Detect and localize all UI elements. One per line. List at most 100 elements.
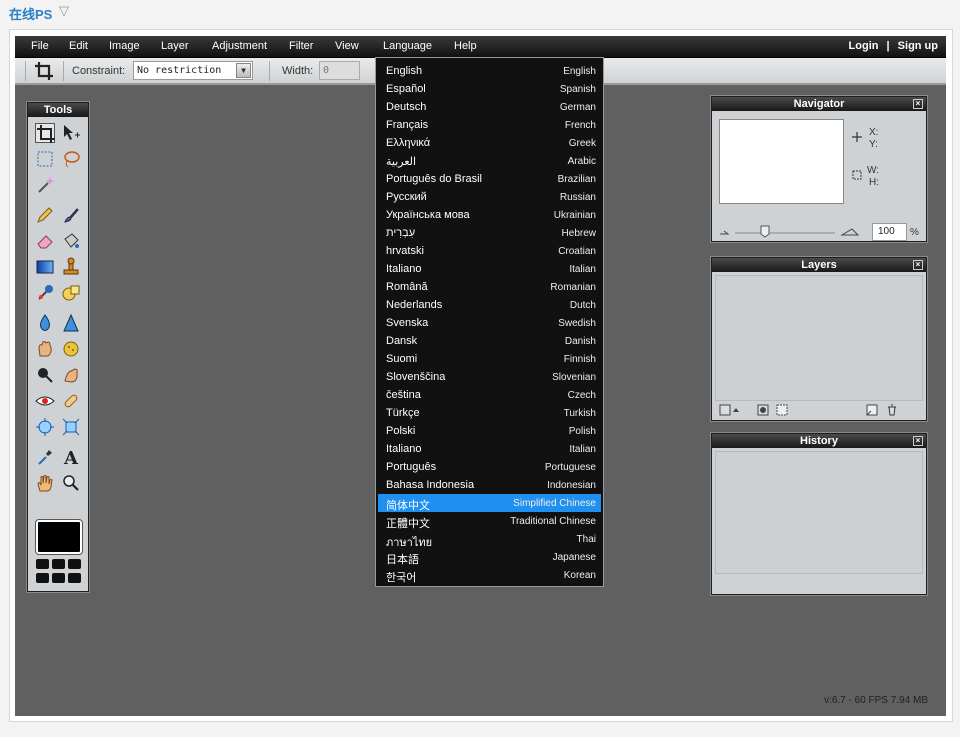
burn-icon[interactable] [61,365,81,385]
login-link[interactable]: Login [849,40,879,52]
language-option[interactable]: Italiano Italian [378,260,601,278]
marquee-icon[interactable] [35,149,55,169]
language-option[interactable]: Français French [378,116,601,134]
color-picker-icon[interactable] [35,447,55,467]
language-option[interactable]: Português do Brasil Brazilian [378,170,601,188]
type-icon[interactable]: A [61,447,81,469]
language-option[interactable]: עִבְרִית Hebrew [378,224,601,242]
menu-file[interactable]: File [31,40,49,52]
mode-button[interactable] [68,559,81,569]
red-eye-icon[interactable] [35,391,55,411]
language-option[interactable]: 한국어 Korean [378,566,601,584]
language-option[interactable]: 日本語 Japanese [378,548,601,566]
menu-image[interactable]: Image [109,40,140,52]
mode-button[interactable] [68,573,81,583]
menu-view[interactable]: View [335,40,359,52]
site-dropdown-icon[interactable]: ▽ [59,3,69,19]
lasso-icon[interactable] [61,149,81,169]
menu-help[interactable]: Help [454,40,477,52]
smudge-icon[interactable] [35,339,55,359]
language-option[interactable]: Deutsch German [378,98,601,116]
crop-icon[interactable] [35,123,55,143]
language-option[interactable]: 正體中文 Traditional Chinese [378,512,601,530]
layer-settings-icon[interactable] [719,404,739,416]
language-option[interactable]: Italiano Italian [378,440,601,458]
pencil-icon[interactable] [35,205,55,225]
navigator-preview[interactable] [719,119,844,204]
zoom-icon[interactable] [61,473,81,493]
language-option[interactable]: Română Romanian [378,278,601,296]
language-option[interactable]: 简体中文 Simplified Chinese [378,494,601,512]
menu-adjustment[interactable]: Adjustment [212,40,267,52]
language-option[interactable]: Español Spanish [378,80,601,98]
stamp-icon[interactable] [61,257,81,277]
menu-layer[interactable]: Layer [161,40,189,52]
language-native-name: Slovenščina [386,371,446,383]
language-option[interactable]: Dansk Danish [378,332,601,350]
mode-button[interactable] [36,573,49,583]
dodge-icon[interactable] [35,365,55,385]
menu-language[interactable]: Language [383,40,432,52]
replace-color-icon[interactable] [35,283,55,303]
trash-icon[interactable] [886,404,898,416]
close-icon[interactable]: × [913,260,923,270]
sponge-icon[interactable] [61,339,81,359]
layer-style-icon[interactable] [776,404,788,416]
language-option[interactable]: Polski Polish [378,422,601,440]
history-title: History [800,435,838,447]
language-option[interactable]: čeština Czech [378,386,601,404]
menu-filter[interactable]: Filter [289,40,313,52]
close-icon[interactable]: × [913,99,923,109]
eraser-icon[interactable] [35,231,55,251]
language-option[interactable]: Português Portuguese [378,458,601,476]
language-option[interactable]: Bahasa Indonesia Indonesian [378,476,601,494]
language-option[interactable]: Svenska Swedish [378,314,601,332]
nav-h-label: H: [869,177,879,188]
blur-icon[interactable] [35,313,55,333]
signup-link[interactable]: Sign up [898,40,938,52]
mode-button[interactable] [52,573,65,583]
layer-mask-icon[interactable] [757,404,769,416]
layers-header: Layers × [712,258,926,272]
brush-icon[interactable] [61,205,81,225]
width-input[interactable]: 0 [319,61,360,80]
constraint-select[interactable]: No restriction ▼ [133,61,253,80]
zoom-slider[interactable] [718,225,868,239]
language-option[interactable]: Suomi Finnish [378,350,601,368]
sharpen-icon[interactable] [61,313,81,333]
magic-wand-icon[interactable] [35,175,55,195]
hand-icon[interactable] [35,473,55,493]
language-option[interactable]: English English [378,62,601,80]
language-option[interactable]: hrvatski Croatian [378,242,601,260]
language-option[interactable]: Türkçe Turkish [378,404,601,422]
pinch-icon[interactable] [61,417,81,437]
layers-list[interactable] [715,275,923,401]
language-option[interactable]: العربية Arabic [378,152,601,170]
language-english-name: Indonesian [547,480,596,491]
move-icon[interactable] [61,123,81,143]
color-swatch[interactable] [35,519,83,555]
navigator-panel: Navigator × X: Y: W: H: 100 % [711,96,927,242]
spot-heal-icon[interactable] [61,391,81,411]
history-list[interactable] [715,451,923,574]
site-title[interactable]: 在线PS [9,4,52,23]
gradient-icon[interactable] [35,257,55,277]
svg-text:A: A [63,448,79,467]
language-option[interactable]: Ελληνικά Greek [378,134,601,152]
bucket-icon[interactable] [61,231,81,251]
menu-edit[interactable]: Edit [69,40,88,52]
shapes-icon[interactable] [61,283,81,303]
chevron-down-icon[interactable]: ▼ [236,63,251,78]
mode-button[interactable] [52,559,65,569]
new-layer-icon[interactable] [866,404,878,416]
bloat-icon[interactable] [35,417,55,437]
language-option[interactable]: Русский Russian [378,188,601,206]
mode-button[interactable] [36,559,49,569]
history-header: History × [712,434,926,448]
language-option[interactable]: Nederlands Dutch [378,296,601,314]
language-option[interactable]: ภาษาไทย Thai [378,530,601,549]
zoom-input[interactable]: 100 [872,223,907,241]
language-option[interactable]: Slovenščina Slovenian [378,368,601,386]
close-icon[interactable]: × [913,436,923,446]
language-option[interactable]: Українська мова Ukrainian [378,206,601,224]
